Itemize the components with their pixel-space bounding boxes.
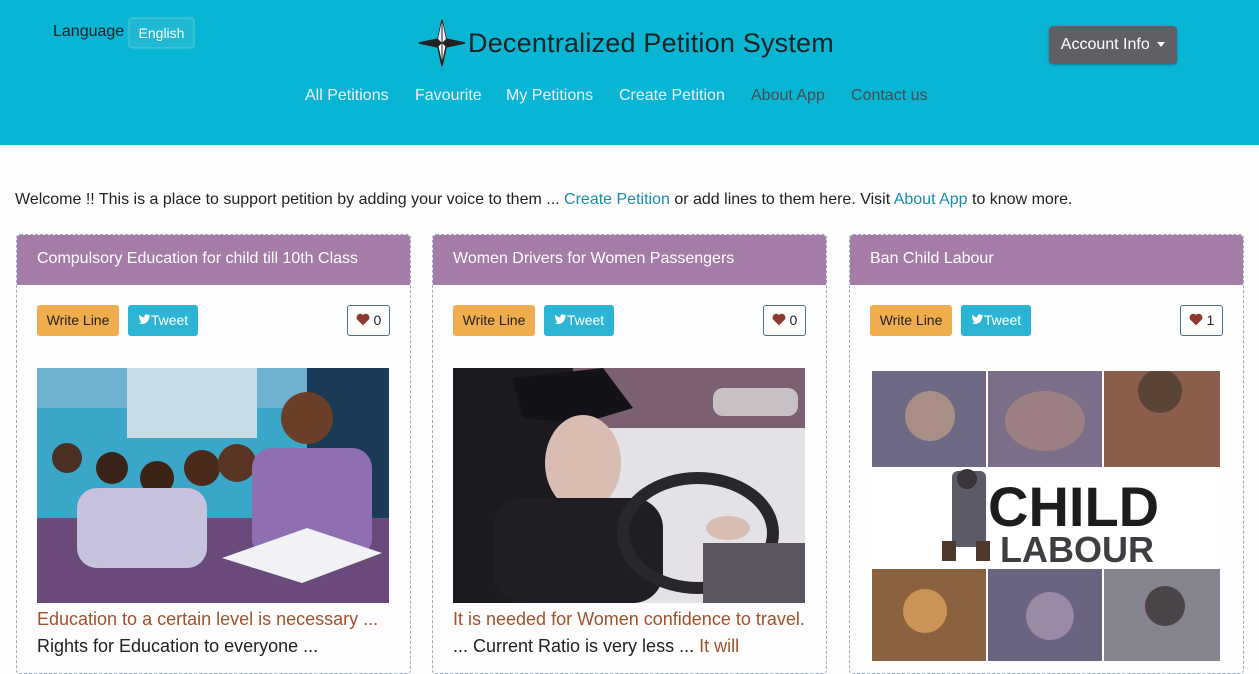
petition-image — [37, 368, 389, 603]
nav-contact-us[interactable]: Contact us — [851, 87, 927, 105]
heart-icon — [772, 313, 786, 326]
petition-title[interactable]: Ban Child Labour — [850, 235, 1243, 285]
nav-my-petitions[interactable]: My Petitions — [506, 87, 593, 105]
write-line-button[interactable]: Write Line — [37, 305, 119, 336]
tweet-label: Tweet — [566, 312, 605, 328]
welcome-text: or add lines to them here. Visit — [669, 191, 894, 208]
petition-description: Education to a certain level is necessar… — [37, 606, 397, 660]
welcome-message: Welcome !! This is a place to support pe… — [15, 191, 1072, 209]
nav-about-app[interactable]: About App — [751, 87, 825, 105]
brand[interactable]: Decentralized Petition System — [417, 18, 834, 68]
account-info-dropdown[interactable]: Account Info — [1049, 26, 1177, 64]
twitter-bird-icon — [554, 314, 567, 324]
caret-down-icon — [1157, 42, 1166, 48]
favourite-count: 0 — [789, 312, 798, 328]
welcome-text: to know more. — [967, 191, 1073, 208]
welcome-text: Welcome !! This is a place to support pe… — [15, 191, 565, 208]
star-logo-icon — [418, 19, 466, 67]
petition-image: CHILD LABOUR — [870, 371, 1222, 661]
tweet-button[interactable]: Tweet — [544, 305, 614, 336]
petition-title[interactable]: Compulsory Education for child till 10th… — [17, 235, 410, 285]
petition-title[interactable]: Women Drivers for Women Passengers — [433, 235, 826, 285]
description-highlight: It is needed for Women confidence to tra… — [453, 609, 805, 629]
account-info-label: Account Info — [1060, 36, 1150, 53]
write-line-button[interactable]: Write Line — [870, 305, 952, 336]
heart-icon — [356, 313, 370, 326]
nav-all-petitions[interactable]: All Petitions — [305, 87, 389, 105]
tweet-label: Tweet — [150, 312, 189, 328]
twitter-bird-icon — [138, 314, 151, 324]
favourite-button[interactable]: 0 — [347, 305, 390, 336]
description-text: ... Current Ratio is very less ... — [453, 636, 700, 656]
nav-favourite[interactable]: Favourite — [415, 87, 482, 105]
top-header: Language English Decentralized Petition … — [0, 0, 1259, 145]
petition-image — [453, 368, 805, 603]
favourite-count: 0 — [373, 312, 382, 328]
favourite-button[interactable]: 0 — [763, 305, 806, 336]
poster-labour-text: LABOUR — [1000, 529, 1154, 570]
language-select[interactable]: English — [129, 18, 194, 48]
description-highlight: It will — [699, 636, 740, 656]
tweet-button[interactable]: Tweet — [128, 305, 198, 336]
petition-card: Compulsory Education for child till 10th… — [16, 234, 411, 674]
language-label: Language — [53, 23, 125, 40]
app-title: Decentralized Petition System — [468, 27, 834, 58]
favourite-button[interactable]: 1 — [1180, 305, 1223, 336]
heart-icon — [1189, 313, 1203, 326]
welcome-create-link[interactable]: Create Petition — [564, 191, 670, 208]
description-highlight: Education to a certain level is necessar… — [37, 609, 379, 629]
welcome-about-link[interactable]: About App — [894, 191, 968, 208]
petition-card: Women Drivers for Women Passengers Write… — [432, 234, 827, 674]
write-line-button[interactable]: Write Line — [453, 305, 535, 336]
petition-card: Ban Child Labour Write Line Tweet 1 CHIL — [849, 234, 1244, 674]
petition-description: It is needed for Women confidence to tra… — [453, 606, 813, 660]
twitter-bird-icon — [971, 314, 984, 324]
description-text: Rights for Education to everyone ... — [37, 636, 319, 656]
tweet-label: Tweet — [983, 312, 1022, 328]
tweet-button[interactable]: Tweet — [961, 305, 1031, 336]
nav-create-petition[interactable]: Create Petition — [619, 87, 725, 105]
favourite-count: 1 — [1206, 312, 1215, 328]
main-nav: All Petitions Favourite My Petitions Cre… — [0, 87, 1259, 109]
